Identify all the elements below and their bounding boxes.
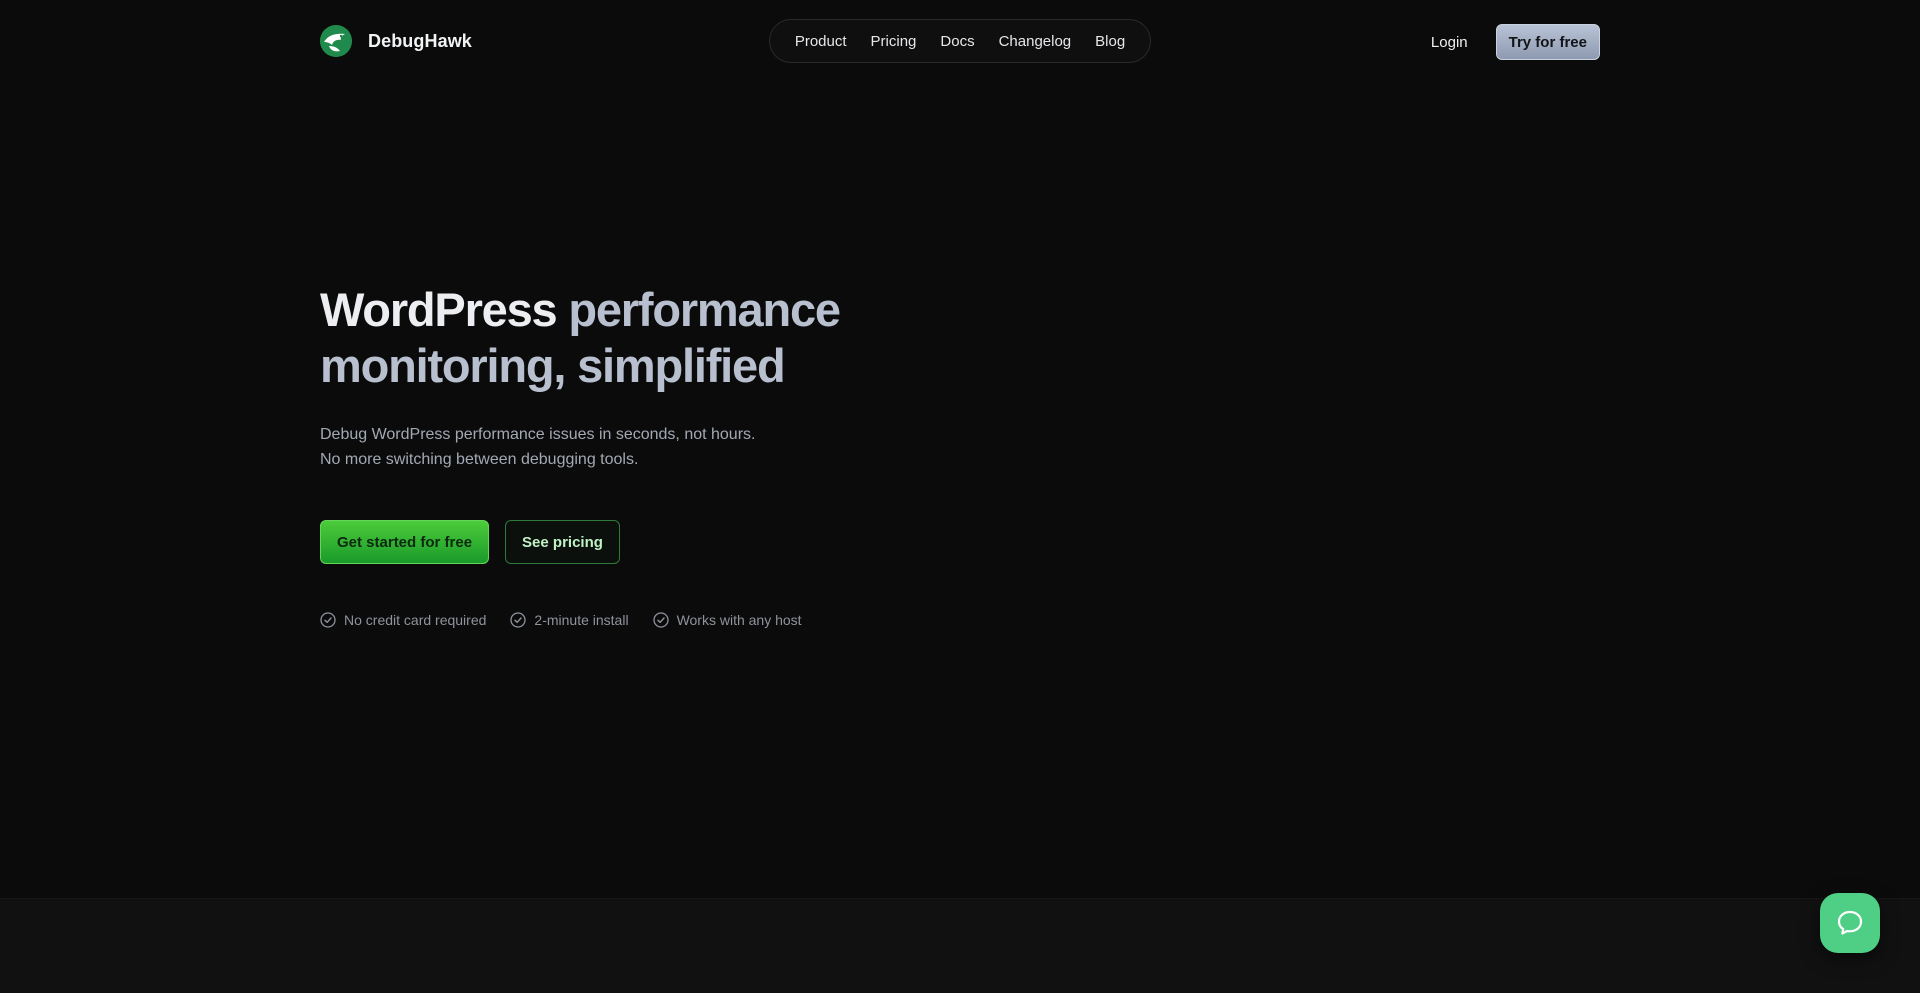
nav-item-docs[interactable]: Docs (928, 33, 986, 50)
hero: WordPress performance monitoring, simpli… (320, 282, 1020, 628)
main-nav: Product Pricing Docs Changelog Blog (769, 19, 1151, 63)
feature-item: 2-minute install (510, 612, 629, 628)
nav-item-changelog[interactable]: Changelog (987, 33, 1084, 50)
headline-soft: performance (556, 283, 841, 336)
chat-widget-button[interactable] (1820, 893, 1880, 953)
headline-strong: WordPress (320, 283, 558, 336)
hero-headline: WordPress performance monitoring, simpli… (320, 282, 1020, 394)
hero-subtitle: Debug WordPress performance issues in se… (320, 422, 1020, 472)
check-circle-icon (320, 612, 336, 628)
subtitle-line1: Debug WordPress performance issues in se… (320, 426, 756, 443)
feature-item: Works with any host (652, 612, 802, 628)
headline-line2: monitoring, simplified (320, 339, 786, 392)
try-for-free-button[interactable]: Try for free (1495, 24, 1600, 60)
page: DebugHawk Product Pricing Docs Changelog… (0, 0, 1920, 993)
brand[interactable]: DebugHawk (320, 25, 472, 57)
check-circle-icon (652, 612, 669, 628)
see-pricing-button[interactable]: See pricing (505, 520, 620, 564)
nav-item-product[interactable]: Product (783, 33, 859, 50)
feature-label: Works with any host (676, 612, 802, 628)
nav-item-pricing[interactable]: Pricing (859, 33, 929, 50)
feature-item: No credit card required (320, 612, 486, 628)
site-header: DebugHawk Product Pricing Docs Changelog… (320, 18, 1600, 66)
nav-item-blog[interactable]: Blog (1083, 33, 1137, 50)
feature-label: No credit card required (344, 612, 487, 628)
chat-bubble-icon (1837, 910, 1863, 935)
lower-section (0, 898, 1920, 993)
hawk-icon (320, 25, 352, 57)
check-circle-icon (510, 612, 527, 628)
feature-list: No credit card required 2-minute install… (320, 612, 1020, 628)
cta-row: Get started for free See pricing (320, 520, 1020, 564)
header-actions: Login Try for free (1431, 24, 1600, 60)
login-link[interactable]: Login (1431, 34, 1468, 51)
feature-label: 2-minute install (534, 612, 629, 628)
get-started-button[interactable]: Get started for free (320, 520, 490, 564)
subtitle-line2: No more switching between debugging tool… (320, 451, 639, 468)
brand-name: DebugHawk (368, 30, 472, 51)
